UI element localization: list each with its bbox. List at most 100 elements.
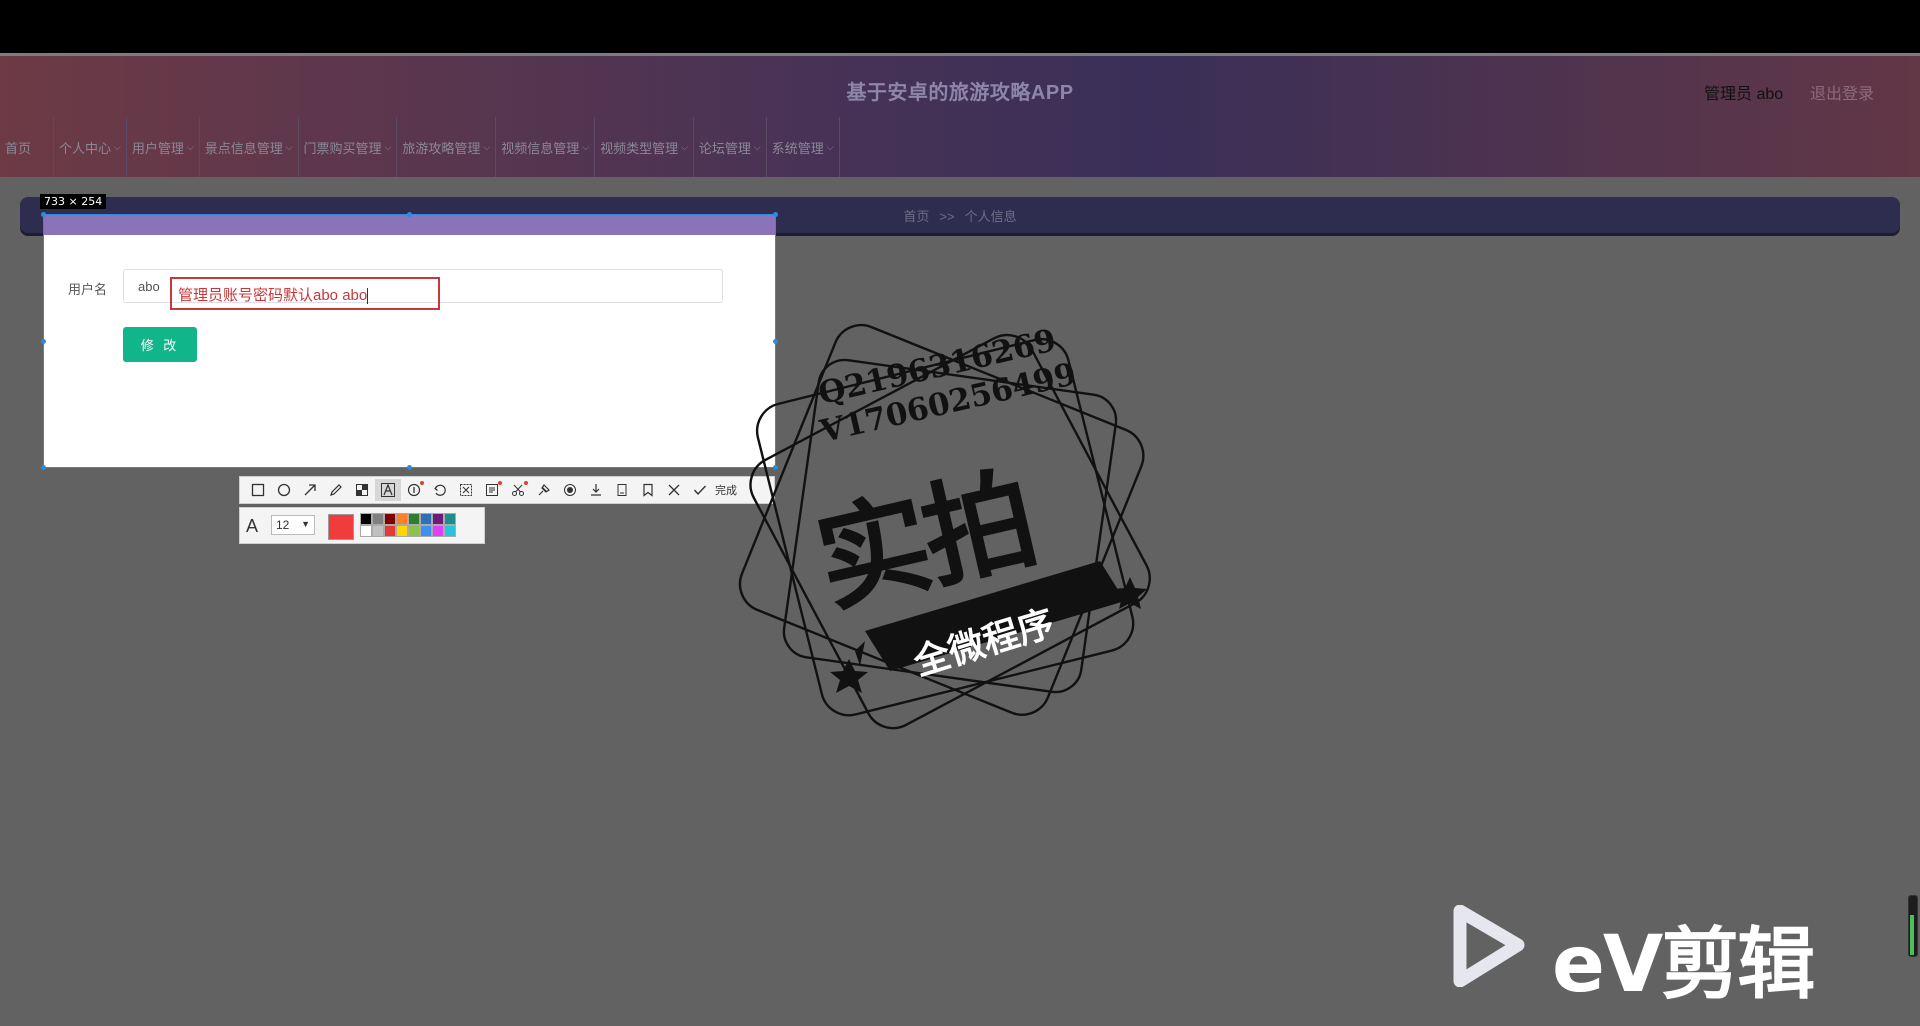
cut-icon[interactable] <box>453 479 479 501</box>
color-swatch[interactable] <box>408 513 420 525</box>
pencil-icon[interactable] <box>323 479 349 501</box>
nav-item-label: 论坛管理 <box>698 140 751 156</box>
chevron-down-icon: ⌵ <box>285 141 293 152</box>
app-title: 基于安卓的旅游攻略APP <box>846 82 1074 104</box>
color-swatch[interactable] <box>432 513 444 525</box>
top-black-bar <box>0 0 1920 53</box>
nav-item-label: 旅游攻略管理 <box>402 140 481 156</box>
capture-size-label: 733 × 254 <box>40 194 107 209</box>
resize-handle[interactable] <box>41 465 46 470</box>
indicator-dot <box>420 481 424 485</box>
indicator-dot <box>524 481 528 485</box>
color-swatch[interactable] <box>396 513 408 525</box>
caret-down-icon: ▼ <box>301 519 310 529</box>
nav-item-label: 系统管理 <box>771 140 824 156</box>
bookmark-icon[interactable] <box>635 479 661 501</box>
volume-level-indicator <box>1908 895 1918 957</box>
nav-item-label: 个人中心 <box>59 140 112 156</box>
modify-button[interactable]: 修 改 <box>123 327 197 362</box>
ev-watermark-text: eV剪辑 <box>1552 920 1815 1010</box>
ev-play-icon <box>1453 905 1525 987</box>
resize-handle[interactable] <box>41 339 46 344</box>
arrow-icon[interactable] <box>297 479 323 501</box>
capture-toolbar: 完成 <box>239 476 775 504</box>
nav-item-scenic-management[interactable]: 景点信息管理 ⌵ <box>200 117 299 177</box>
color-swatch[interactable] <box>444 513 456 525</box>
nav-item-label: 视频类型管理 <box>600 140 679 156</box>
resize-handle[interactable] <box>407 212 412 217</box>
download-icon[interactable] <box>583 479 609 501</box>
chevron-down-icon: ⌵ <box>114 141 121 152</box>
nav-item-label: 首页 <box>5 140 32 156</box>
resize-handle[interactable] <box>773 212 778 217</box>
capture-selection[interactable]: 用户名 abo 管理员账号密码默认abo abo 修 改 <box>41 212 778 470</box>
color-swatch[interactable] <box>396 525 408 537</box>
indicator-dot <box>498 481 502 485</box>
color-swatch[interactable] <box>384 513 396 525</box>
color-swatch[interactable] <box>444 525 456 537</box>
nav-item-video-info-management[interactable]: 视频信息管理 ⌵ <box>496 117 596 177</box>
breadcrumb-current: 个人信息 <box>964 209 1017 224</box>
ocr-icon[interactable] <box>479 479 505 501</box>
text-icon[interactable] <box>375 479 401 501</box>
logout-link[interactable]: 退出登录 <box>1810 80 1874 104</box>
current-color-swatch[interactable] <box>328 514 354 540</box>
nav-item-ticket-management[interactable]: 门票购买管理 ⌵ <box>299 117 398 177</box>
breadcrumb-separator: >> <box>939 209 955 224</box>
font-icon: A <box>246 516 259 536</box>
chevron-down-icon: ⌵ <box>186 141 194 152</box>
color-swatch[interactable] <box>420 513 432 525</box>
nav-item-label: 门票购买管理 <box>303 140 382 156</box>
nav-item-guide-management[interactable]: 旅游攻略管理 ⌵ <box>397 117 497 177</box>
pin-icon[interactable] <box>531 479 557 501</box>
ellipse-icon[interactable] <box>271 479 297 501</box>
nav-item-personal-center[interactable]: 个人中心 ⌵ <box>54 117 127 177</box>
chevron-down-icon: ⌵ <box>753 141 761 152</box>
check-icon[interactable] <box>687 479 713 501</box>
chevron-down-icon: ⌵ <box>681 141 688 152</box>
text-caret <box>367 288 369 305</box>
nav-item-user-management[interactable]: 用户管理 ⌵ <box>127 117 200 177</box>
color-swatch[interactable] <box>432 525 444 537</box>
annotation-text: 管理员账号密码默认abo abo <box>178 287 368 304</box>
color-swatch[interactable] <box>408 525 420 537</box>
nav-item-system-management[interactable]: 系统管理 ⌵ <box>767 117 840 177</box>
record-icon[interactable] <box>557 479 583 501</box>
text-annotation[interactable]: 管理员账号密码默认abo abo <box>170 277 440 310</box>
resize-handle[interactable] <box>41 212 46 217</box>
color-swatch[interactable] <box>384 525 396 537</box>
font-size-select[interactable]: 12 ▼ <box>271 515 315 535</box>
font-size-value: 12 <box>276 518 290 532</box>
rectangle-icon[interactable] <box>245 479 271 501</box>
color-swatch[interactable] <box>360 525 372 537</box>
main-nav: 首页 个人中心 ⌵ 用户管理 ⌵ 景点信息管理 ⌵ 门票购买管理 ⌵ 旅游攻略管理 ⌵ 视… <box>0 117 1920 177</box>
nav-item-forum-management[interactable]: 论坛管理 ⌵ <box>694 117 767 177</box>
chevron-down-icon: ⌵ <box>582 141 590 152</box>
resize-handle[interactable] <box>407 465 412 470</box>
username-value: abo <box>138 279 160 294</box>
form-header-strip <box>44 215 775 235</box>
undo-icon[interactable] <box>427 479 453 501</box>
chevron-down-icon: ⌵ <box>826 141 834 152</box>
color-swatch[interactable] <box>372 525 384 537</box>
mosaic-icon[interactable] <box>349 479 375 501</box>
color-swatch[interactable] <box>372 513 384 525</box>
number-icon[interactable] <box>401 479 427 501</box>
nav-item-label: 用户管理 <box>131 140 184 156</box>
current-user: 管理员 abo <box>1704 86 1784 103</box>
scissors-icon[interactable] <box>505 479 531 501</box>
text-style-toolbar: A 12 ▼ <box>239 507 485 544</box>
chevron-down-icon: ⌵ <box>483 141 491 152</box>
color-swatch[interactable] <box>360 513 372 525</box>
app-header: 基于安卓的旅游攻略APP 管理员 abo 退出登录 <box>0 53 1920 120</box>
nav-item-label: 视频信息管理 <box>501 140 580 156</box>
nav-item-video-type-management[interactable]: 视频类型管理 ⌵ <box>595 117 694 177</box>
nav-item-label: 景点信息管理 <box>204 140 283 156</box>
close-icon[interactable] <box>661 479 687 501</box>
color-swatch[interactable] <box>420 525 432 537</box>
breadcrumb-home[interactable]: 首页 <box>903 209 929 224</box>
watermark-stamp: Q2196316269 V17060256499 实拍 全微程序 <box>715 296 1205 786</box>
copy-icon[interactable] <box>609 479 635 501</box>
chevron-down-icon: ⌵ <box>384 141 392 152</box>
nav-item-home[interactable]: 首页 <box>0 117 54 177</box>
